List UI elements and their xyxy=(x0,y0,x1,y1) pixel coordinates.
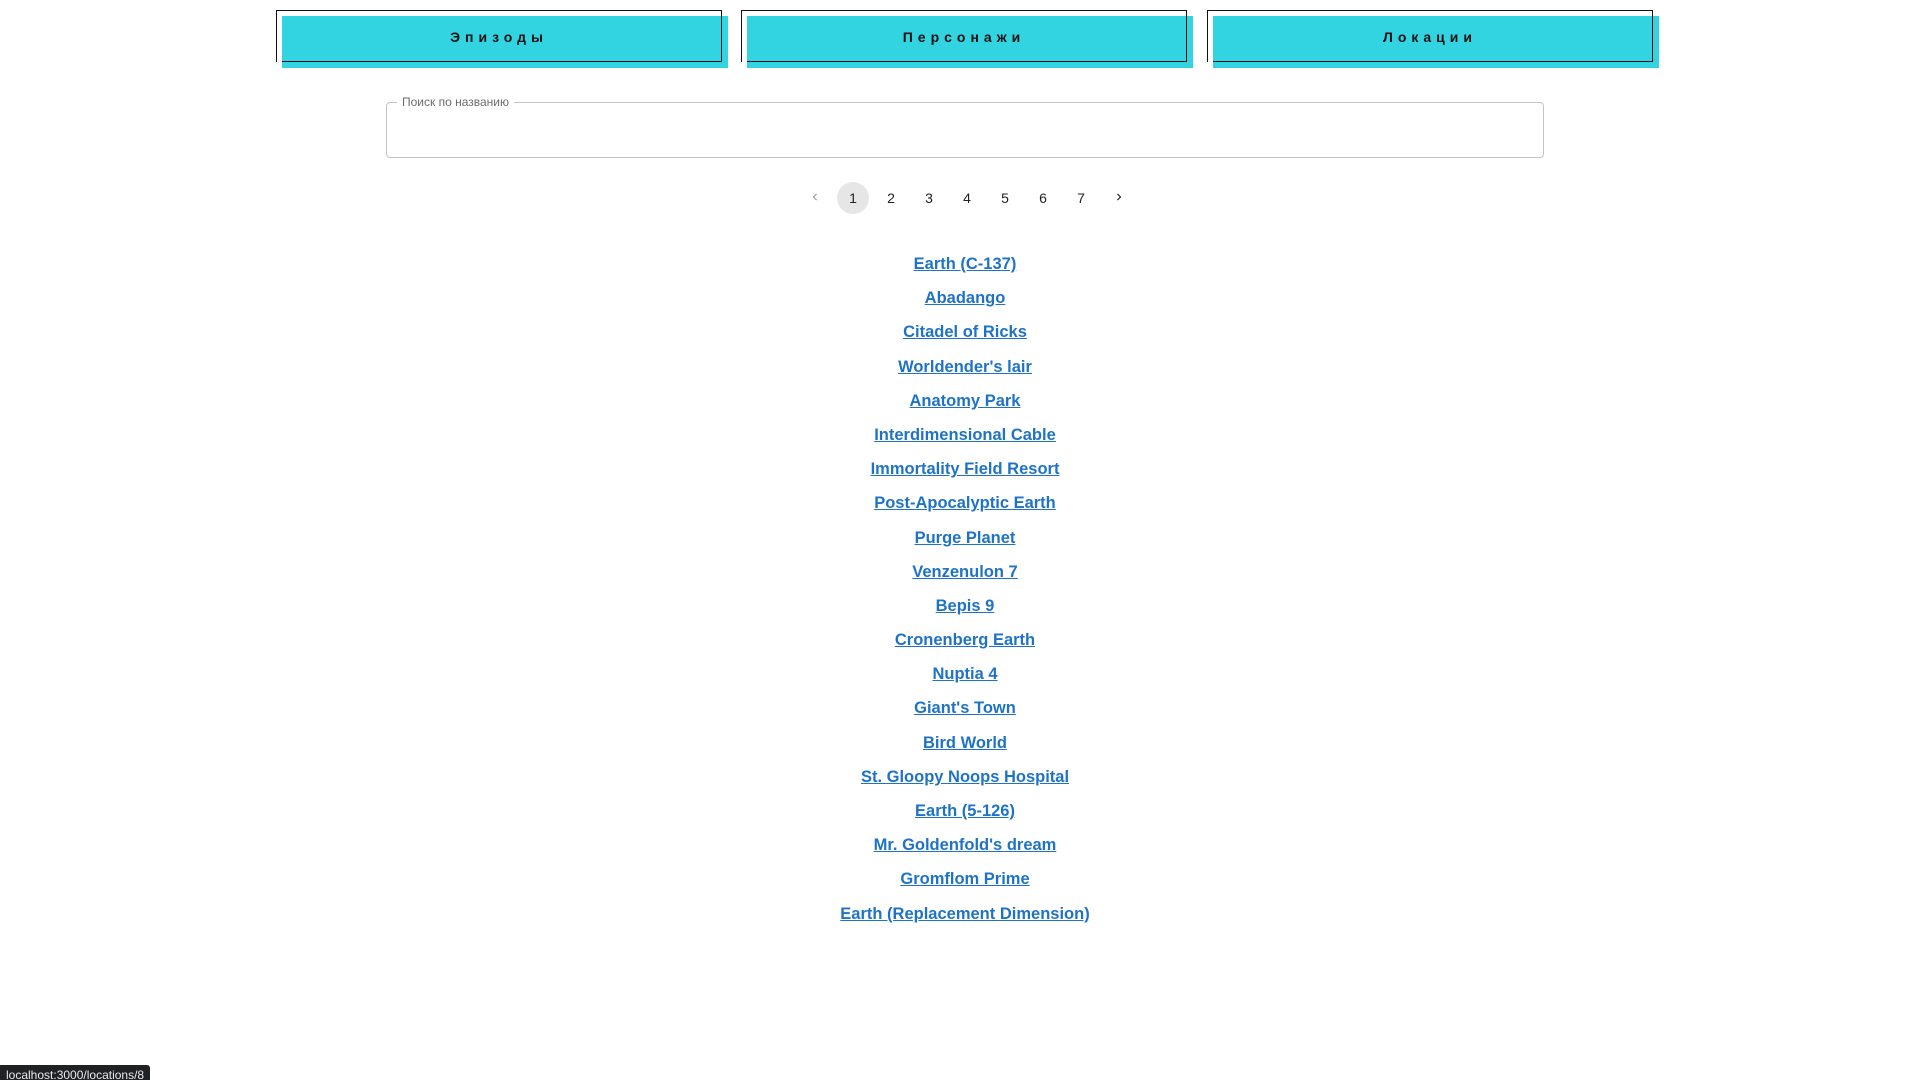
page-button-7[interactable]: 7 xyxy=(1065,182,1097,214)
characters-button-label: Персонажи xyxy=(902,29,1026,45)
page-button-2[interactable]: 2 xyxy=(875,182,907,214)
locations-button[interactable]: Локации xyxy=(1207,10,1659,68)
location-link[interactable]: Abadango xyxy=(0,284,1920,318)
page-button-3[interactable]: 3 xyxy=(913,182,945,214)
episodes-button[interactable]: Эпизоды xyxy=(276,10,728,68)
location-link[interactable]: Nuptia 4 xyxy=(0,660,1920,694)
page: Эпизоды Персонажи Локации Поиск по назва… xyxy=(0,0,1920,1080)
pagination: 1 2 3 4 5 6 7 xyxy=(796,182,1138,214)
location-link[interactable]: Immortality Field Resort xyxy=(0,455,1920,489)
location-link[interactable]: Venzenulon 7 xyxy=(0,558,1920,592)
location-link[interactable]: Worldender's lair xyxy=(0,353,1920,387)
page-button-1[interactable]: 1 xyxy=(837,182,869,214)
location-link[interactable]: Giant's Town xyxy=(0,694,1920,728)
search-input[interactable] xyxy=(401,113,1525,149)
location-link[interactable]: Interdimensional Cable xyxy=(0,421,1920,455)
location-link[interactable]: Gromflom Prime xyxy=(0,865,1920,899)
location-link[interactable]: Cronenberg Earth xyxy=(0,626,1920,660)
page-button-4[interactable]: 4 xyxy=(951,182,983,214)
location-link[interactable]: St. Gloopy Noops Hospital xyxy=(0,763,1920,797)
top-nav: Эпизоды Персонажи Локации xyxy=(0,10,1920,68)
location-link[interactable]: Earth (5-126) xyxy=(0,797,1920,831)
location-link[interactable]: Mr. Goldenfold's dream xyxy=(0,831,1920,865)
location-link[interactable]: Purge Planet xyxy=(0,524,1920,558)
location-link[interactable]: Bepis 9 xyxy=(0,592,1920,626)
location-link[interactable]: Earth (C-137) xyxy=(0,250,1920,284)
page-button-5[interactable]: 5 xyxy=(989,182,1021,214)
chevron-right-icon xyxy=(1112,190,1126,207)
status-bar-url: localhost:3000/locations/8 xyxy=(0,1065,151,1080)
search-label: Поиск по названию xyxy=(397,95,515,109)
locations-button-label: Локации xyxy=(1383,29,1477,45)
location-link[interactable]: Post-Apocalyptic Earth xyxy=(0,489,1920,523)
location-link[interactable]: Bird World xyxy=(0,729,1920,763)
location-link[interactable]: Earth (Replacement Dimension) xyxy=(0,900,1920,934)
prev-page-button[interactable] xyxy=(799,182,831,214)
page-button-6[interactable]: 6 xyxy=(1027,182,1059,214)
characters-button[interactable]: Персонажи xyxy=(741,10,1193,68)
location-list: Earth (C-137) Abadango Citadel of Ricks … xyxy=(0,250,1920,934)
search-field[interactable]: Поиск по названию xyxy=(386,95,1544,158)
location-link[interactable]: Anatomy Park xyxy=(0,387,1920,421)
location-link[interactable]: Citadel of Ricks xyxy=(0,318,1920,352)
episodes-button-label: Эпизоды xyxy=(450,29,548,45)
next-page-button[interactable] xyxy=(1103,182,1135,214)
chevron-left-icon xyxy=(808,190,822,207)
